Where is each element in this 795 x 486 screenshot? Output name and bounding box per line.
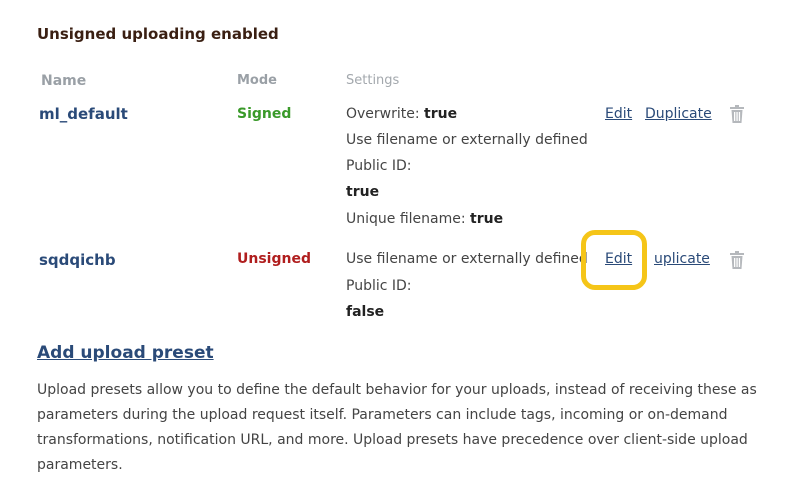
preset-name: ml_default — [39, 105, 128, 123]
setting-line: Unique filename: true — [346, 211, 504, 227]
setting-line: Use filename or externally defined — [346, 132, 588, 148]
setting-line: Overwrite: true — [346, 106, 458, 122]
header-settings: Settings — [346, 73, 400, 88]
setting-line: true — [346, 184, 380, 200]
duplicate-link[interactable]: uplicate — [654, 251, 710, 267]
setting-line: Public ID: — [346, 278, 412, 294]
trash-icon[interactable] — [729, 105, 745, 123]
header-mode: Mode — [237, 73, 277, 88]
add-upload-preset-link[interactable]: Add upload preset — [37, 343, 214, 363]
setting-line: Use filename or externally defined — [346, 251, 588, 267]
trash-icon[interactable] — [729, 251, 745, 269]
description-text: Upload presets allow you to define the d… — [37, 382, 757, 473]
edit-link[interactable]: Edit — [605, 106, 632, 122]
setting-line: Public ID: — [346, 158, 412, 174]
mode-badge: Signed — [237, 106, 292, 122]
edit-link[interactable]: Edit — [605, 251, 632, 267]
preset-name: sqdqichb — [39, 251, 116, 269]
duplicate-link[interactable]: Duplicate — [645, 106, 712, 122]
setting-line: false — [346, 304, 385, 320]
section-title: Unsigned uploading enabled — [37, 25, 279, 43]
header-name: Name — [41, 73, 87, 89]
mode-badge: Unsigned — [237, 251, 311, 267]
